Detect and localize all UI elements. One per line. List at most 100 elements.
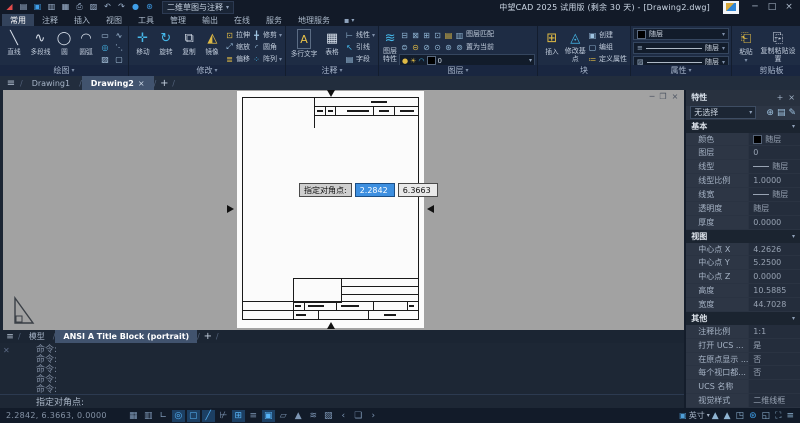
edit-base-point-button[interactable]: ◬ 修改基点 bbox=[564, 27, 588, 63]
layer-match-button[interactable]: 图层匹配 bbox=[465, 28, 495, 40]
polyline-button[interactable]: ∿ 多段线 bbox=[26, 27, 54, 57]
prop-row-color[interactable]: 颜色 随层 bbox=[686, 133, 800, 147]
unit-selector[interactable]: ▣ 英寸 ▾ bbox=[679, 410, 710, 421]
layer-tool-icon[interactable]: ⊟ bbox=[399, 29, 410, 41]
save-as-icon[interactable]: ▦ bbox=[60, 0, 71, 14]
prop-row-center-x[interactable]: 中心点 X 4.2626 bbox=[686, 243, 800, 257]
pin-icon[interactable]: + bbox=[777, 93, 784, 102]
layer-tool-icon[interactable]: ⊙ bbox=[432, 41, 443, 53]
new-layout-button[interactable]: + bbox=[200, 330, 216, 343]
array-button[interactable]: ⁘阵列▾ bbox=[251, 53, 283, 65]
prop-row-annotation-scale[interactable]: 注释比例 1:1 bbox=[686, 325, 800, 339]
group-label-draw[interactable]: 绘图▾ bbox=[0, 65, 128, 76]
layer-tool-icon[interactable]: ⊠ bbox=[410, 29, 421, 41]
settings-gear-icon[interactable]: ⊛ bbox=[144, 0, 155, 14]
y-coordinate-input[interactable]: 6.3663 bbox=[398, 183, 438, 197]
layer-tool-icon[interactable]: ▥ bbox=[454, 29, 465, 41]
tab-tools[interactable]: 工具 bbox=[130, 14, 162, 26]
workspace-icon[interactable]: ❏ bbox=[352, 410, 365, 422]
layer-tool-icon[interactable]: ⊡ bbox=[432, 29, 443, 41]
zwcad-logo[interactable] bbox=[723, 1, 739, 14]
quick-calc-icon[interactable]: ✎ bbox=[788, 108, 796, 118]
region-icon[interactable]: ▢ bbox=[112, 53, 126, 65]
prop-row-linetype[interactable]: 线型 随层 bbox=[686, 160, 800, 174]
command-prompt[interactable]: 指定对角点: bbox=[0, 394, 684, 408]
stretch-button[interactable]: ⊡拉伸 bbox=[224, 29, 251, 41]
mtext-button[interactable]: A 多行文字 bbox=[288, 27, 320, 59]
layout-tab-ansi-a[interactable]: ANSI A Title Block (portrait) bbox=[55, 330, 197, 343]
dynamic-input-icon[interactable]: ⊞ bbox=[232, 410, 245, 422]
field-button[interactable]: ▤字段 bbox=[344, 53, 376, 65]
group-label-clipboard[interactable]: 剪贴板 bbox=[732, 65, 800, 76]
group-label-annotate[interactable]: 注释▾ bbox=[286, 65, 378, 76]
tab-output[interactable]: 输出 bbox=[194, 14, 226, 26]
model-tab[interactable]: 模型 bbox=[21, 330, 53, 343]
prop-row-width[interactable]: 宽度 44.7028 bbox=[686, 298, 800, 312]
prop-row-center-y[interactable]: 中心点 Y 5.2500 bbox=[686, 256, 800, 270]
grid-toggle-icon[interactable]: ▦ bbox=[127, 410, 140, 422]
scale-button[interactable]: ⤢缩放 bbox=[224, 41, 251, 53]
table-button[interactable]: ▦ 表格 bbox=[320, 27, 344, 57]
layer-properties-button[interactable]: ≋ 图层特性 bbox=[381, 27, 399, 63]
prev-icon[interactable]: ‹ bbox=[337, 410, 350, 422]
fullscreen-icon[interactable]: ⛶ bbox=[775, 411, 781, 421]
open-file-icon[interactable]: ▣ bbox=[32, 0, 43, 14]
fillet-button[interactable]: ◜圆角 bbox=[251, 41, 283, 53]
make-current-button[interactable]: 置为当前 bbox=[465, 41, 495, 53]
transparency-icon[interactable]: ▣ bbox=[262, 410, 275, 422]
selection-dropdown[interactable]: 无选择▾ bbox=[690, 106, 756, 119]
workspace-switcher[interactable]: 二维草图与注释 ▾ bbox=[162, 1, 234, 14]
layer-tool-icon[interactable]: ⊛ bbox=[443, 41, 454, 53]
hardware-accel-icon[interactable]: ▧ bbox=[322, 410, 335, 422]
drawing-tab-1[interactable]: Drawing1 bbox=[23, 76, 79, 90]
lineweight-combo[interactable]: ≡ 随层▾ bbox=[633, 42, 729, 54]
plot-preview-icon[interactable]: ▨ bbox=[88, 0, 99, 14]
leader-button[interactable]: ↖引线 bbox=[344, 41, 376, 53]
drawing-tabs-menu-icon[interactable]: ≡ bbox=[2, 76, 20, 90]
dynamic-ucs-icon[interactable]: ⊬ bbox=[217, 410, 230, 422]
section-basic[interactable]: 基本▾ bbox=[686, 120, 800, 133]
minimize-button[interactable]: ─ bbox=[748, 2, 762, 12]
undo-icon[interactable]: ↶ bbox=[102, 0, 113, 14]
prop-row-thickness[interactable]: 厚度 0.0000 bbox=[686, 216, 800, 230]
line-button[interactable]: ╲ 直线 bbox=[2, 27, 26, 57]
next-icon[interactable]: › bbox=[367, 410, 380, 422]
snap-toggle-icon[interactable]: ▥ bbox=[142, 410, 155, 422]
tab-geo[interactable]: 地理服务 bbox=[290, 14, 338, 26]
ortho-toggle-icon[interactable]: ∟ bbox=[157, 410, 170, 422]
move-button[interactable]: ✛ 移动 bbox=[131, 27, 154, 57]
insert-block-button[interactable]: ⊞ 插入 bbox=[540, 27, 564, 57]
prop-row-center-z[interactable]: 中心点 Z 0.0000 bbox=[686, 270, 800, 284]
tab-services[interactable]: 服务 bbox=[258, 14, 290, 26]
customize-menu-icon[interactable]: ≡ bbox=[786, 411, 794, 421]
quick-select-icon[interactable]: ▤ bbox=[777, 108, 786, 118]
copy-button[interactable]: ⧉ 复制 bbox=[178, 27, 201, 57]
trim-button[interactable]: ╋修剪▾ bbox=[251, 29, 283, 41]
offset-button[interactable]: ≣偏移 bbox=[224, 53, 251, 65]
clean-screen-icon[interactable]: ◱ bbox=[762, 411, 771, 421]
prop-row-transparency[interactable]: 透明度 随层 bbox=[686, 202, 800, 216]
close-tab-icon[interactable]: × bbox=[138, 79, 145, 88]
layer-tool-icon[interactable]: ⊝ bbox=[410, 41, 421, 53]
rotate-button[interactable]: ↻ 旋转 bbox=[154, 27, 177, 57]
group-label-modify[interactable]: 修改▾ bbox=[129, 65, 285, 76]
drawing-canvas[interactable]: ─ ❐ × bbox=[0, 90, 684, 330]
command-window[interactable]: ✕ 命令: 命令: 命令: 命令: 命令: 指定对角点: bbox=[0, 343, 684, 408]
point-icon[interactable]: ⋱ bbox=[112, 41, 126, 53]
mdi-minimize-icon[interactable]: ─ bbox=[650, 92, 655, 101]
panel-close-icon[interactable]: × bbox=[788, 93, 795, 102]
rectangle-icon[interactable]: ▭ bbox=[98, 29, 112, 41]
x-coordinate-input[interactable]: 2.2842 bbox=[355, 183, 395, 197]
prop-row-visual-style[interactable]: 视觉样式 二维线框 bbox=[686, 394, 800, 408]
isolate-objects-icon[interactable]: ≋ bbox=[307, 410, 320, 422]
command-close-icon[interactable]: ✕ bbox=[3, 346, 10, 355]
lineweight-display-icon[interactable]: ≡ bbox=[247, 410, 260, 422]
prop-row-height[interactable]: 高度 10.5885 bbox=[686, 284, 800, 298]
copy-paste-settings-button[interactable]: ⎘ 复制粘贴设置 bbox=[758, 27, 798, 63]
group-label-layer[interactable]: 图层▾ bbox=[379, 65, 537, 76]
tab-manage[interactable]: 管理 bbox=[162, 14, 194, 26]
print-icon[interactable]: ⎙ bbox=[74, 0, 85, 14]
mdi-restore-icon[interactable]: ❐ bbox=[659, 92, 666, 101]
layer-tool-icon[interactable]: ⊜ bbox=[399, 41, 410, 53]
annotation-monitor-icon[interactable]: ▲ bbox=[292, 410, 305, 422]
